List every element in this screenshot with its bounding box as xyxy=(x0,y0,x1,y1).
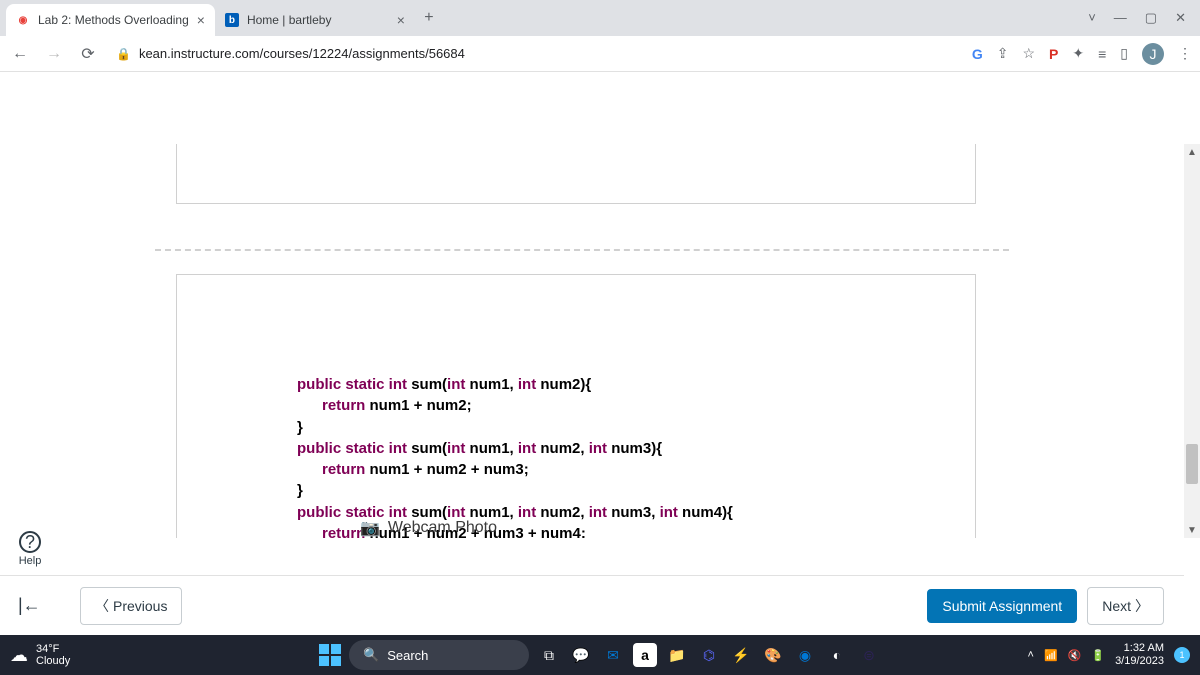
scroll-up-icon[interactable]: ▲ xyxy=(1184,144,1200,160)
share-icon[interactable]: ⇪ xyxy=(997,45,1009,62)
chrome-icon[interactable]: ◐ xyxy=(825,643,849,667)
webcam-photo-option[interactable]: 📷 Webcam Photo xyxy=(360,518,497,538)
profile-avatar[interactable]: J xyxy=(1142,43,1164,65)
wifi-icon[interactable]: 📶 xyxy=(1044,649,1058,662)
url-text: kean.instructure.com/courses/12224/assig… xyxy=(139,46,465,61)
tab-title: Home | bartleby xyxy=(247,13,332,27)
chevron-left-icon: 〈 xyxy=(95,596,109,616)
submit-assignment-button[interactable]: Submit Assignment xyxy=(927,589,1077,623)
sidebar-item-label: Help xyxy=(19,555,42,567)
cloud-icon: ☁ xyxy=(10,645,28,666)
next-button[interactable]: Next 〉 xyxy=(1087,587,1164,625)
battery-icon[interactable]: 🔋 xyxy=(1091,649,1105,662)
app-icon-a[interactable]: a xyxy=(633,643,657,667)
eclipse-icon[interactable]: ⊜ xyxy=(857,643,881,667)
favicon-bartleby: b xyxy=(225,13,239,27)
forward-button[interactable]: → xyxy=(42,42,66,66)
discord-icon[interactable]: ⌬ xyxy=(697,643,721,667)
canvas-sidebar: ? Help xyxy=(0,523,60,575)
assignment-nav-bar: |← 〈 Previous Submit Assignment Next 〉 xyxy=(0,575,1184,635)
chat-icon[interactable]: 💬 xyxy=(569,643,593,667)
google-icon[interactable]: G xyxy=(972,46,983,62)
lock-icon: 🔒 xyxy=(116,47,131,61)
start-button[interactable] xyxy=(319,644,341,666)
browser-tab-strip: ◉ Lab 2: Methods Overloading × b Home | … xyxy=(0,0,1200,36)
search-icon: 🔍 xyxy=(363,647,379,663)
close-icon[interactable]: × xyxy=(197,12,205,28)
scroll-down-icon[interactable]: ▼ xyxy=(1184,522,1200,538)
tab-canvas[interactable]: ◉ Lab 2: Methods Overloading × xyxy=(6,4,215,36)
close-icon[interactable]: × xyxy=(397,12,405,28)
windows-taskbar: ☁ 34°F Cloudy 🔍 Search ⧉ 💬 ✉ a 📁 ⌬ ⚡ 🎨 ◉… xyxy=(0,635,1200,675)
collapse-sidebar-icon[interactable]: |← xyxy=(18,595,41,616)
minimize-icon[interactable]: — xyxy=(1114,10,1127,26)
lightning-icon[interactable]: ⚡ xyxy=(729,643,753,667)
vertical-scrollbar[interactable]: ▲ ▼ xyxy=(1184,144,1200,538)
sidebar-item-help[interactable]: ? Help xyxy=(19,531,42,567)
webcam-label: Webcam Photo xyxy=(388,519,497,537)
side-panel-icon[interactable]: ▯ xyxy=(1120,45,1128,62)
file-explorer-icon[interactable]: 📁 xyxy=(665,643,689,667)
favicon-canvas: ◉ xyxy=(16,13,30,27)
code-card: public static int sum(int num1, int num2… xyxy=(176,274,976,538)
new-tab-button[interactable]: + xyxy=(415,4,443,32)
tab-title: Lab 2: Methods Overloading xyxy=(38,13,189,27)
chevron-down-icon[interactable]: ˅ xyxy=(1088,10,1096,26)
tab-bartleby[interactable]: b Home | bartleby × xyxy=(215,4,415,36)
puzzle-icon[interactable]: ✦ xyxy=(1072,45,1084,62)
taskbar-search[interactable]: 🔍 Search xyxy=(349,640,529,670)
section-separator xyxy=(155,249,1009,251)
address-bar: ← → ⟳ 🔒 kean.instructure.com/courses/122… xyxy=(0,36,1200,72)
search-placeholder: Search xyxy=(387,648,428,663)
reading-list-icon[interactable]: ≡ xyxy=(1098,46,1106,62)
edge-icon[interactable]: ◉ xyxy=(793,643,817,667)
temperature: 34°F xyxy=(36,643,70,655)
extension-icons: G ⇪ ☆ P ✦ ≡ ▯ J ⋮ xyxy=(972,43,1192,65)
tray-chevron-icon[interactable]: ˄ xyxy=(1028,649,1034,661)
page-viewport: public static int sum(int num1, int num2… xyxy=(0,72,1200,635)
help-icon: ? xyxy=(19,531,41,553)
task-view-icon[interactable]: ⧉ xyxy=(537,643,561,667)
previous-content-card xyxy=(176,144,976,204)
paint-icon[interactable]: 🎨 xyxy=(761,643,785,667)
camera-icon: 📷 xyxy=(360,518,380,538)
weather-condition: Cloudy xyxy=(36,655,70,667)
previous-button[interactable]: 〈 Previous xyxy=(80,587,182,625)
system-tray: ˄ 📶 🔇 🔋 1:32 AM 3/19/2023 1 xyxy=(1028,642,1190,667)
url-field[interactable]: 🔒 kean.instructure.com/courses/12224/ass… xyxy=(110,46,962,61)
weather-widget[interactable]: ☁ 34°F Cloudy xyxy=(10,643,70,667)
volume-icon[interactable]: 🔇 xyxy=(1068,649,1082,662)
star-icon[interactable]: ☆ xyxy=(1022,45,1035,62)
code-block: public static int sum(int num1, int num2… xyxy=(297,375,935,538)
mail-icon[interactable]: ✉ xyxy=(601,643,625,667)
kebab-menu-icon[interactable]: ⋮ xyxy=(1178,45,1192,62)
taskbar-center: 🔍 Search ⧉ 💬 ✉ a 📁 ⌬ ⚡ 🎨 ◉ ◐ ⊜ xyxy=(319,640,881,670)
maximize-icon[interactable]: ▢ xyxy=(1145,10,1157,26)
reload-button[interactable]: ⟳ xyxy=(76,42,100,66)
panda-ext-icon[interactable]: P xyxy=(1049,46,1058,62)
scroll-thumb[interactable] xyxy=(1186,444,1198,484)
assignment-content: public static int sum(int num1, int num2… xyxy=(0,144,1200,538)
notification-badge[interactable]: 1 xyxy=(1174,647,1190,663)
back-button[interactable]: ← xyxy=(8,42,32,66)
close-window-icon[interactable]: ✕ xyxy=(1175,10,1186,26)
chevron-right-icon: 〉 xyxy=(1135,596,1149,616)
window-controls: ˅ — ▢ ✕ xyxy=(1088,10,1194,26)
clock[interactable]: 1:32 AM 3/19/2023 xyxy=(1115,642,1164,667)
